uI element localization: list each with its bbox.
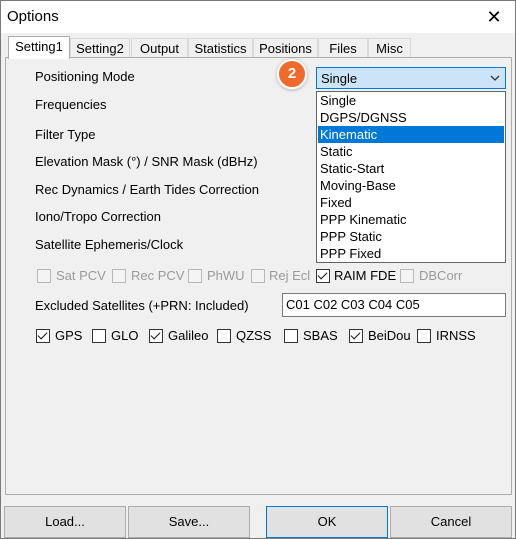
tab-setting2[interactable]: Setting2 [70, 38, 130, 58]
excluded-satellites-value: C01 C02 C03 C04 C05 [286, 297, 420, 312]
galileo-label: Galileo [168, 328, 209, 343]
options-dialog: Options ✕ Setting1 Setting2 Output Stati… [0, 0, 516, 539]
option-static-start[interactable]: Static-Start [318, 160, 504, 177]
option-ppp-fixed[interactable]: PPP Fixed [318, 245, 504, 262]
elevation-mask-label: Elevation Mask (°) / SNR Mask (dBHz) [35, 154, 258, 169]
window-title: Options [7, 8, 59, 25]
glo-checkbox[interactable] [92, 329, 106, 343]
tab-misc[interactable]: Misc [368, 38, 411, 58]
qzss-checkbox[interactable] [217, 329, 231, 343]
option-single[interactable]: Single [318, 92, 504, 109]
option-ppp-static[interactable]: PPP Static [318, 228, 504, 245]
load-button[interactable]: Load... [4, 506, 126, 538]
beidou-label: BeiDou [368, 328, 411, 343]
sbas-label: SBAS [303, 328, 338, 343]
close-icon[interactable]: ✕ [473, 1, 515, 33]
rec-dynamics-label: Rec Dynamics / Earth Tides Correction [35, 182, 259, 197]
irnss-label: IRNSS [436, 328, 476, 343]
glo-label: GLO [111, 328, 139, 343]
option-moving-base[interactable]: Moving-Base [318, 177, 504, 194]
beidou-checkbox[interactable] [349, 329, 363, 343]
raim-fde-label: RAIM FDE [334, 268, 397, 283]
ok-button[interactable]: OK [266, 506, 388, 538]
tab-output[interactable]: Output [131, 38, 188, 58]
option-ppp-kinematic[interactable]: PPP Kinematic [318, 211, 504, 228]
step-2-badge: 2 [277, 59, 307, 89]
phwu-checkbox[interactable] [188, 269, 202, 283]
sat-pcv-label: Sat PCV [56, 268, 106, 283]
option-static[interactable]: Static [318, 143, 504, 160]
title-bar: Options ✕ [1, 1, 515, 33]
option-dgps-dgnss[interactable]: DGPS/DGNSS [318, 109, 504, 126]
iono-tropo-label: Iono/Tropo Correction [35, 209, 161, 224]
option-fixed[interactable]: Fixed [318, 194, 504, 211]
option-kinematic[interactable]: Kinematic [318, 126, 504, 143]
frequencies-label: Frequencies [35, 97, 107, 112]
tab-positions[interactable]: Positions [253, 38, 318, 58]
filter-type-label: Filter Type [35, 127, 96, 142]
cancel-button[interactable]: Cancel [390, 506, 512, 538]
rej-ecl-checkbox[interactable] [251, 269, 265, 283]
gps-checkbox[interactable] [36, 329, 50, 343]
dbcorr-checkbox[interactable] [400, 269, 414, 283]
irnss-checkbox[interactable] [417, 329, 431, 343]
galileo-checkbox[interactable] [149, 329, 163, 343]
gps-label: GPS [55, 328, 83, 343]
positioning-mode-dropdown: Single DGPS/DGNSS Kinematic Static Stati… [316, 91, 506, 263]
excluded-satellites-label: Excluded Satellites (+PRN: Included) [35, 298, 249, 313]
positioning-mode-value: Single [321, 71, 358, 86]
tab-setting1[interactable]: Setting1 [8, 36, 70, 59]
sbas-checkbox[interactable] [284, 329, 298, 343]
raim-fde-checkbox[interactable] [316, 269, 330, 283]
save-button[interactable]: Save... [128, 506, 250, 538]
tab-files[interactable]: Files [318, 38, 368, 58]
positioning-mode-label: Positioning Mode [35, 69, 135, 84]
rej-ecl-label: Rej Ecl [269, 268, 311, 283]
chevron-down-icon [490, 75, 500, 81]
tab-statistics[interactable]: Statistics [188, 38, 253, 58]
rec-pcv-label: Rec PCV [131, 268, 185, 283]
positioning-mode-select[interactable]: Single [316, 67, 506, 89]
ephemeris-label: Satellite Ephemeris/Clock [35, 237, 184, 252]
sat-pcv-checkbox[interactable] [37, 269, 51, 283]
rec-pcv-checkbox[interactable] [112, 269, 126, 283]
excluded-satellites-input[interactable]: C01 C02 C03 C04 C05 [282, 293, 506, 317]
dbcorr-label: DBCorr [419, 268, 463, 283]
phwu-label: PhWU [207, 268, 245, 283]
qzss-label: QZSS [236, 328, 272, 343]
